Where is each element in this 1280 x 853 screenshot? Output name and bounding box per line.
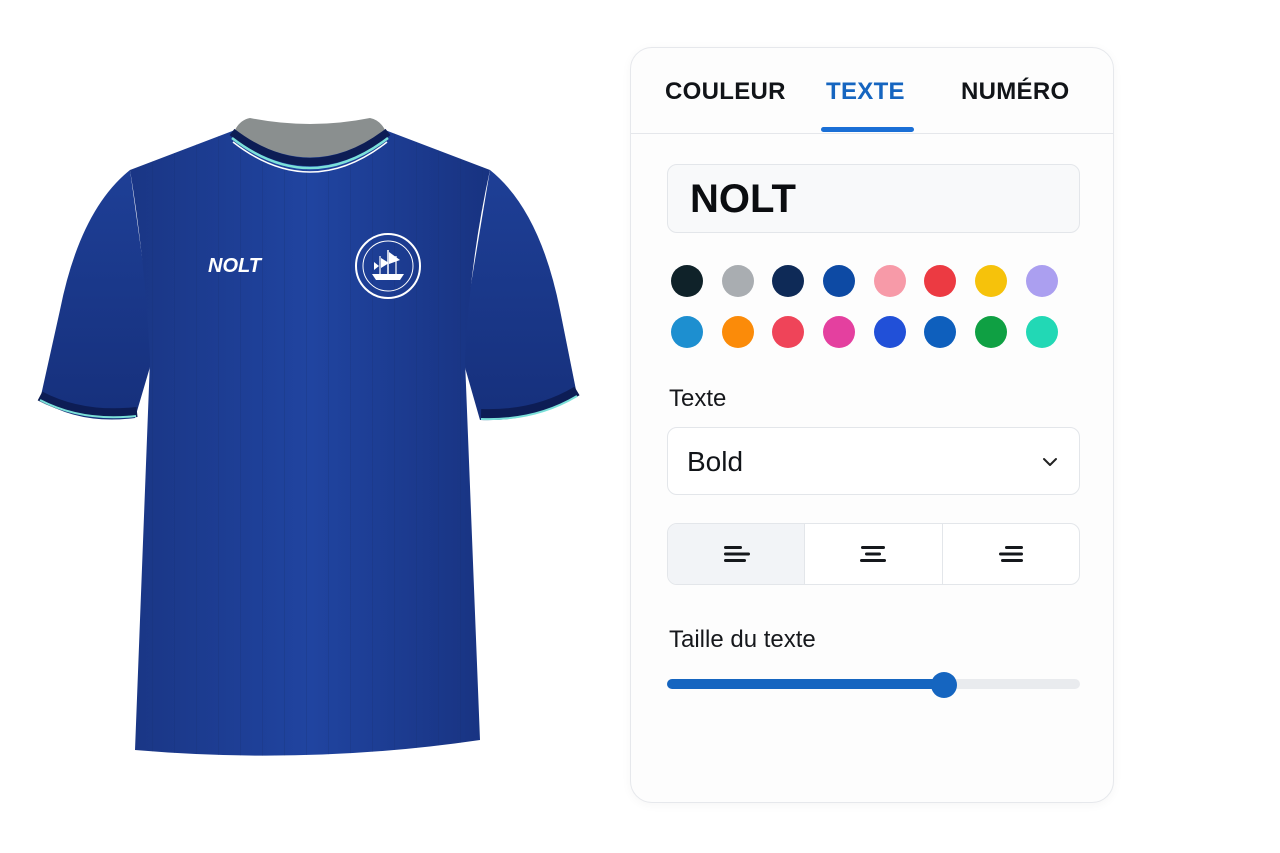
customization-panel: COULEUR TEXTE NUMÉRO NOLT Texte Bold Tai… <box>630 47 1114 803</box>
color-swatch-2[interactable] <box>721 265 754 297</box>
active-tab-indicator <box>821 127 914 132</box>
color-swatch-grid <box>671 265 1071 348</box>
tab-couleur[interactable]: COULEUR <box>665 78 786 106</box>
font-select-value: Bold <box>687 446 744 477</box>
color-swatch-6[interactable] <box>924 265 957 297</box>
text-alignment-group <box>667 523 1080 585</box>
tab-numero[interactable]: NUMÉRO <box>961 78 1069 106</box>
chevron-down-icon <box>1043 458 1057 466</box>
tab-bar: COULEUR TEXTE NUMÉRO <box>631 48 1113 134</box>
color-swatch-13[interactable] <box>873 316 906 348</box>
jersey-image: NOLT <box>37 118 580 756</box>
customizer: NOLT COULEUR TEXTE NUMÉRO NOLT Texte Bol… <box>0 0 1280 853</box>
color-swatch-12[interactable] <box>823 316 856 348</box>
color-swatch-16[interactable] <box>1025 316 1058 348</box>
color-swatch-8[interactable] <box>1025 265 1058 297</box>
slider-fill <box>667 679 944 689</box>
align-left-button[interactable] <box>668 524 806 584</box>
jersey-brand-text: NOLT <box>208 255 263 277</box>
text-size-label: Taille du texte <box>669 626 816 653</box>
color-swatch-15[interactable] <box>975 316 1008 348</box>
color-swatch-10[interactable] <box>721 316 754 348</box>
color-swatch-9[interactable] <box>671 316 703 348</box>
jersey-text-input[interactable]: NOLT <box>667 164 1080 233</box>
font-select[interactable]: Bold <box>667 427 1080 495</box>
jersey-preview: NOLT <box>20 100 600 800</box>
align-center-icon <box>860 546 887 562</box>
color-swatch-7[interactable] <box>975 265 1008 297</box>
align-center-button[interactable] <box>805 524 943 584</box>
color-swatch-1[interactable] <box>671 265 703 297</box>
color-swatch-11[interactable] <box>772 316 805 348</box>
font-label: Texte <box>669 385 727 412</box>
slider-thumb[interactable] <box>931 672 957 698</box>
color-swatch-14[interactable] <box>924 316 957 348</box>
align-right-button[interactable] <box>943 524 1079 584</box>
align-left-icon <box>724 546 751 562</box>
color-swatch-5[interactable] <box>873 265 906 297</box>
align-right-icon <box>998 546 1023 562</box>
color-swatch-3[interactable] <box>772 265 805 297</box>
tab-texte[interactable]: TEXTE <box>826 78 905 106</box>
color-swatch-4[interactable] <box>823 265 856 297</box>
text-size-slider[interactable] <box>667 672 1080 698</box>
